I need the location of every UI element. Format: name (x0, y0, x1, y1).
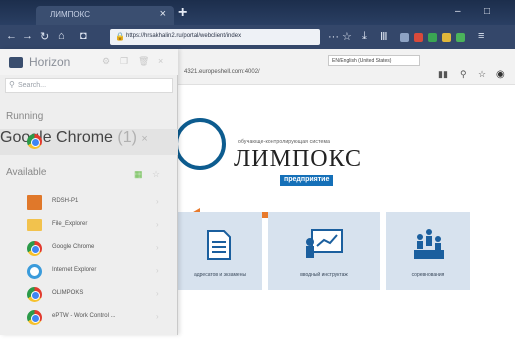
browser-tab[interactable]: ЛИМПОКС × (36, 6, 174, 25)
tab-title: ЛИМПОКС (50, 10, 90, 19)
search-input[interactable]: ⚲ Search... (5, 78, 173, 93)
library-icon[interactable]: Ⅲ (380, 30, 388, 43)
favorite-icon[interactable]: ☆ (152, 169, 160, 180)
extension-icon[interactable] (400, 33, 409, 42)
browser-nav-bar: ← → ↻ ⌂ ◘ 🔒 https://hrsakhalin2.ru/porta… (0, 25, 515, 49)
shield-icon: ◘ (80, 30, 87, 42)
screen: ЛИМПОКС × + – □ ← → ↻ ⌂ ◘ 🔒 https://hrsa… (0, 0, 515, 339)
close-app-icon[interactable]: × (141, 133, 147, 145)
browser-tab-bar: ЛИМПОКС × + – □ (0, 0, 515, 25)
settings-icon[interactable]: ⚙ (102, 56, 110, 67)
tile-label: вводный инструктаж (300, 272, 348, 278)
folder-icon (27, 219, 42, 231)
tile-label: адресатов и экзамены (193, 272, 247, 278)
maximize-icon[interactable]: □ (484, 6, 490, 17)
app-name: File_Explorer (52, 221, 88, 227)
grid-view-icon[interactable]: ▦ (134, 169, 143, 180)
tile-induction[interactable]: вводный инструктаж (268, 212, 380, 290)
app-name: RDSH-P1 (52, 198, 79, 204)
horizon-title: Horizon (29, 55, 71, 69)
forward-icon[interactable]: → (22, 30, 33, 42)
chart-icon[interactable]: ▮▮ (438, 69, 448, 80)
tab-close-icon[interactable]: × (160, 8, 166, 20)
horizon-logo-icon (9, 57, 23, 68)
extension-icon[interactable] (442, 33, 451, 42)
chrome-icon (27, 134, 42, 149)
search-icon[interactable]: ⚲ (460, 69, 467, 80)
chevron-right-icon: › (156, 266, 159, 275)
extension-icon[interactable] (414, 33, 423, 42)
chevron-right-icon: › (156, 243, 159, 252)
tile-exams[interactable]: адресатов и экзамены (178, 212, 262, 290)
rdp-icon (27, 195, 42, 210)
chrome-icon (27, 310, 42, 325)
close-panel-icon[interactable]: × (158, 56, 163, 66)
running-heading: Running (6, 111, 44, 122)
minimize-icon[interactable]: – (455, 6, 461, 17)
app-item[interactable]: ePTW - Work Control ... › (0, 307, 178, 329)
back-icon[interactable]: ← (6, 30, 17, 42)
limpoks-logo-icon (174, 118, 226, 170)
app-name: OLIMPOKS (52, 290, 84, 296)
bookmark-icon[interactable]: ··· ☆ (328, 30, 352, 43)
horizon-sidebar: Horizon ⚙ ❐ 🗑 × ⚲ Search... Running Goog… (0, 49, 178, 335)
new-tab-button[interactable]: + (178, 4, 187, 22)
chevron-right-icon: › (156, 289, 159, 298)
logo-subtitle: обучающе-контролирующая система (238, 139, 331, 145)
chrome-icon (27, 241, 42, 256)
search-placeholder: Search... (18, 82, 47, 89)
search-icon: ⚲ (9, 80, 15, 89)
chevron-right-icon: › (156, 220, 159, 229)
chrome-icon (27, 287, 42, 302)
app-name: Google Chrome (52, 244, 95, 250)
menu-icon[interactable]: ≡ (478, 30, 484, 42)
app-item[interactable]: RDSH-P1 › (0, 192, 178, 214)
extension-icon[interactable] (428, 33, 437, 42)
user-icon[interactable]: ◉ (496, 69, 505, 80)
copy-icon[interactable]: ❐ (120, 56, 128, 67)
chevron-right-icon: › (156, 312, 159, 321)
tile-competitions[interactable]: соревнования (386, 212, 470, 290)
address-bar[interactable]: 🔒 https://hrsakhalin2.ru/portal/webclien… (110, 29, 320, 45)
remote-url: 4321.europeshell.com:4002/ (184, 69, 260, 75)
logo-name: ЛИМПОКС (234, 146, 363, 172)
running-app-row[interactable]: Google Chrome (1) × (0, 129, 178, 155)
home-icon[interactable]: ⌂ (58, 30, 65, 42)
horizon-header: Horizon ⚙ ❐ 🗑 × (0, 49, 178, 75)
download-icon[interactable]: ⤓ (362, 30, 367, 43)
star-icon[interactable]: ☆ (478, 69, 486, 80)
address-text: https://hrsakhalin2.ru/portal/webclient/… (126, 33, 242, 39)
app-name: ePTW - Work Control ... (52, 313, 116, 319)
app-name: Internet Explorer (52, 267, 97, 273)
presentation-board-icon (306, 229, 343, 258)
tile-label: соревнования (411, 272, 445, 278)
extension-icon[interactable] (456, 33, 465, 42)
trash-icon[interactable]: 🗑 (138, 56, 149, 67)
language-select[interactable]: EN/English (United States) (328, 55, 420, 66)
lock-icon: 🔒 (115, 32, 125, 41)
app-item[interactable]: File_Explorer › (0, 215, 178, 237)
app-item[interactable]: Internet Explorer › (0, 261, 178, 283)
document-icon (207, 230, 231, 260)
internet-explorer-icon (27, 264, 42, 279)
app-item[interactable]: Google Chrome › (0, 238, 178, 260)
reload-icon[interactable]: ↻ (40, 30, 49, 43)
app-item[interactable]: OLIMPOKS › (0, 284, 178, 306)
running-app-name: Google Chrome (0, 129, 113, 146)
chevron-right-icon: › (156, 197, 159, 206)
podium-icon (414, 229, 444, 259)
running-app-badge: (1) (117, 129, 137, 146)
available-heading: Available (6, 167, 47, 178)
remote-page-toolbar: 4321.europeshell.com:4002/ EN/English (U… (178, 49, 515, 85)
logo-badge: предприятие (280, 175, 334, 186)
